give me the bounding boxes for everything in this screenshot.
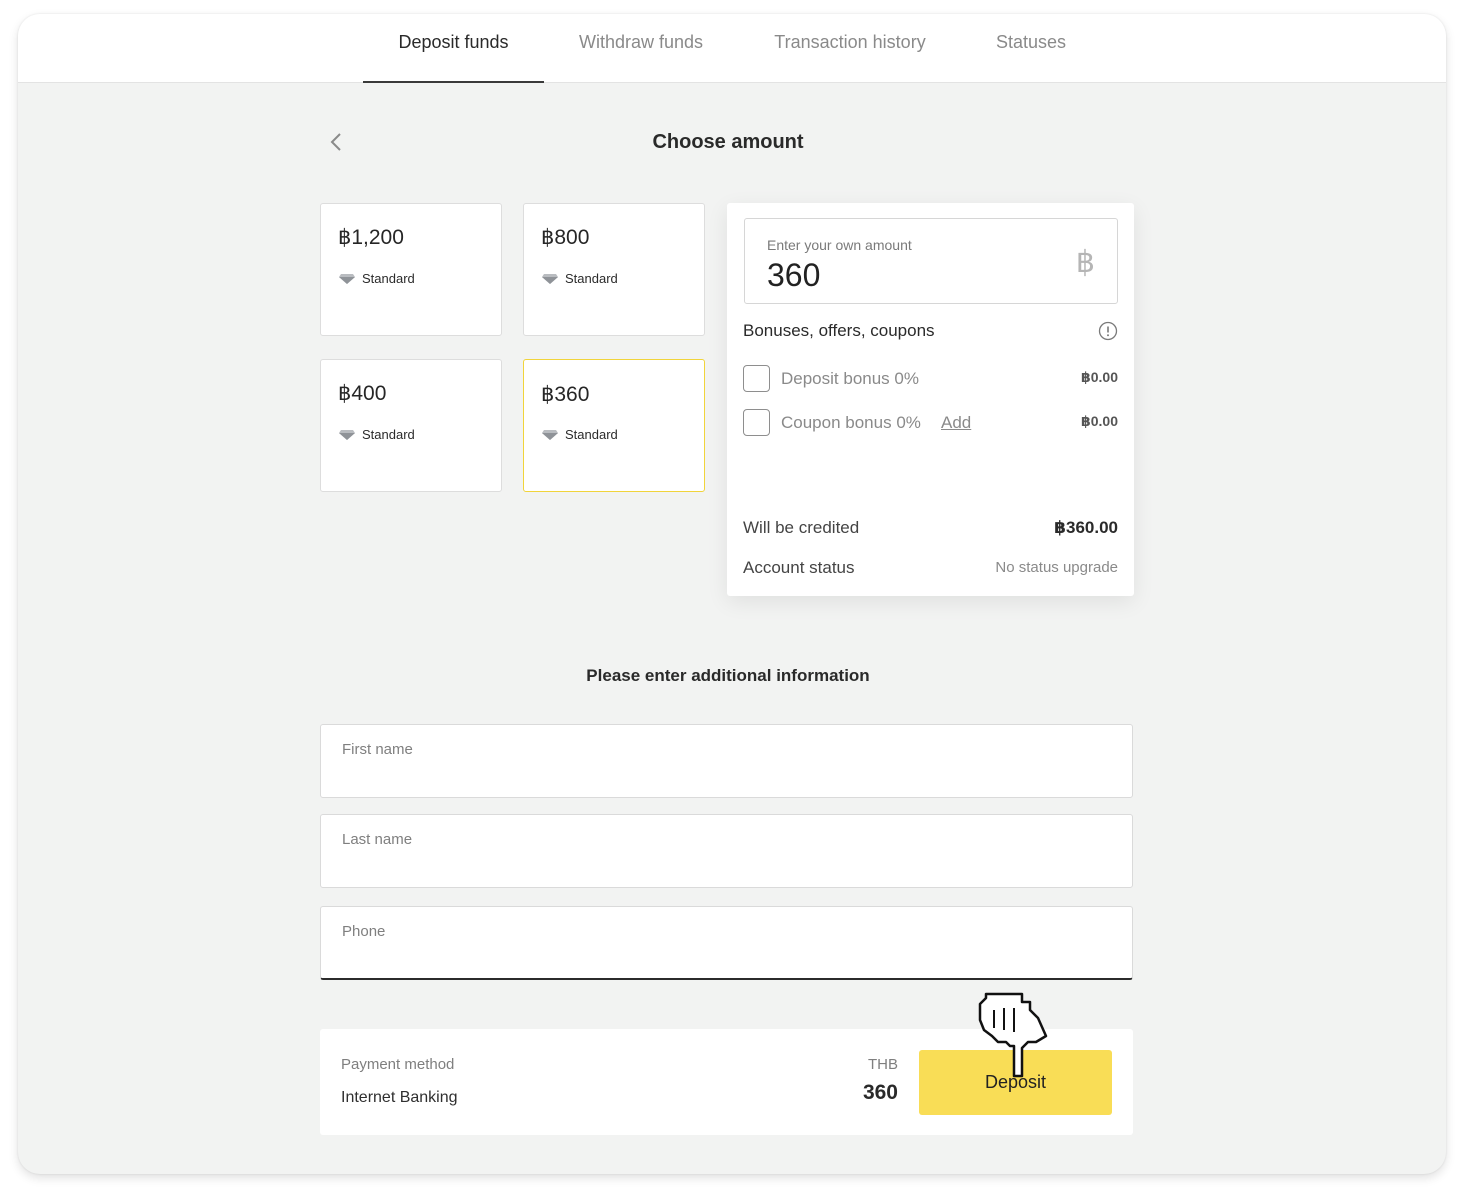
phone-label: Phone [342,923,386,940]
account-status-value: No status upgrade [995,559,1118,576]
diamond-icon [542,429,558,440]
amount-card-value: ฿400 [338,382,387,405]
amount-card-360-selected[interactable]: ฿360 Standard [523,359,705,492]
phone-input[interactable] [342,945,1102,971]
account-status-row: Account status No status upgrade [743,558,1118,578]
last-name-input[interactable] [342,853,1102,879]
coupon-bonus-value: ฿0.00 [1081,413,1118,429]
coupon-bonus-label: Coupon bonus 0% [781,413,921,432]
tab-deposit-funds[interactable]: Deposit funds [363,32,544,83]
last-name-label: Last name [342,831,413,848]
first-name-input[interactable] [342,763,1102,789]
payment-bar: Payment method Internet Banking THB 360 … [320,1029,1133,1135]
payment-method-value: Internet Banking [341,1089,458,1106]
deposit-amount: 360 [862,1081,898,1104]
tab-transaction-history[interactable]: Transaction history [758,32,942,83]
deposit-bonus-checkbox[interactable] [743,365,770,392]
coupon-bonus-checkbox[interactable] [743,409,770,436]
diamond-icon [339,429,355,440]
additional-info-title: Please enter additional information [586,666,870,685]
diamond-icon [542,273,558,284]
amount-card-800[interactable]: ฿800 Standard [523,203,705,336]
page-title: Choose amount [652,131,804,153]
baht-currency-icon: ฿ [1075,246,1095,279]
amount-card-value: ฿360 [541,383,590,406]
amount-card-value: ฿800 [541,226,590,249]
bonus-panel: Enter your own amount ฿ Bonuses, offers,… [727,203,1134,596]
own-amount-label: Enter your own amount [767,237,912,253]
active-tab-indicator [363,81,544,83]
tier-label: Standard [565,427,618,442]
credited-row: Will be credited ฿360.00 [743,518,1118,538]
amount-card-400[interactable]: ฿400 Standard [320,359,502,492]
deposit-bonus-value: ฿0.00 [1081,369,1118,385]
phone-field[interactable]: Phone [320,906,1133,980]
first-name-label: First name [342,741,413,758]
tier-label: Standard [362,427,415,442]
coupon-bonus-row: Coupon bonus 0% Add ฿0.00 [743,409,1118,437]
own-amount-input[interactable] [767,257,1047,294]
bonuses-title: Bonuses, offers, coupons [743,321,935,340]
tier-label: Standard [565,271,618,286]
amount-card-tier: Standard [541,271,618,286]
deposit-button[interactable]: Deposit [919,1050,1112,1115]
add-coupon-link[interactable]: Add [941,413,971,433]
amount-card-value: ฿1,200 [338,226,404,249]
credited-label: Will be credited [743,518,860,537]
chevron-left-icon[interactable] [326,130,348,154]
diamond-icon [339,273,355,284]
amount-card-1200[interactable]: ฿1,200 Standard [320,203,502,336]
deposit-window: Deposit funds Withdraw funds Transaction… [18,14,1446,1174]
account-status-label: Account status [743,558,855,577]
first-name-field[interactable]: First name [320,724,1133,798]
tab-withdraw-funds[interactable]: Withdraw funds [564,32,718,83]
own-amount-field[interactable]: Enter your own amount ฿ [744,218,1118,304]
amount-card-tier: Standard [338,271,415,286]
amount-card-tier: Standard [338,427,415,442]
last-name-field[interactable]: Last name [320,814,1133,888]
currency-label: THB [868,1056,898,1073]
deposit-bonus-row: Deposit bonus 0% ฿0.00 [743,365,1118,393]
tier-label: Standard [362,271,415,286]
payment-method-label: Payment method [341,1056,455,1073]
deposit-bonus-label: Deposit bonus 0% [781,369,919,388]
info-icon[interactable] [1098,321,1118,341]
tab-statuses[interactable]: Statuses [984,32,1078,83]
amount-card-tier: Standard [541,427,618,442]
tab-bar: Deposit funds Withdraw funds Transaction… [18,14,1446,83]
credited-value: ฿360.00 [1054,518,1118,537]
